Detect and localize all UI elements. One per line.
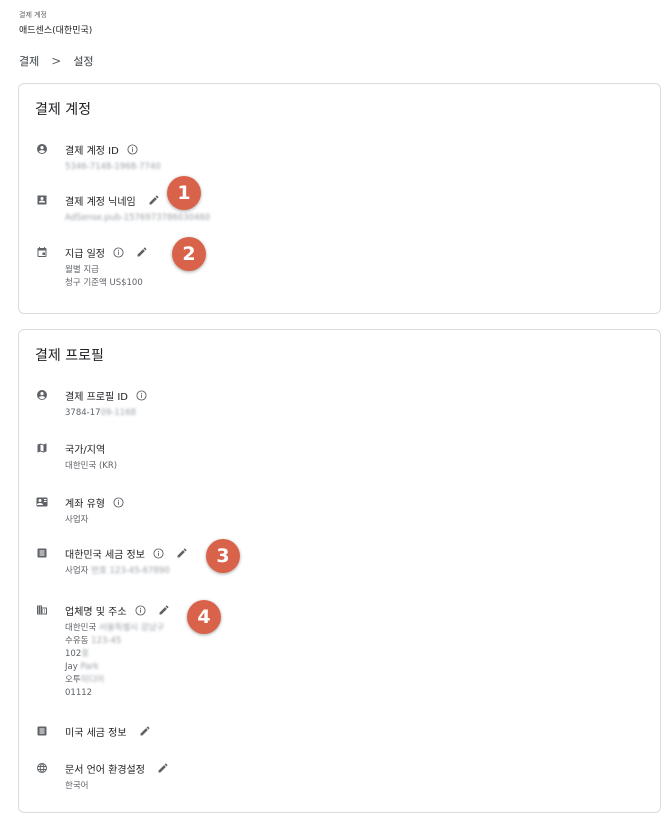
billing-account-id-label: 결제 계정 ID — [65, 145, 119, 157]
address-line: 오투미디어 — [65, 674, 636, 687]
map-icon — [36, 442, 48, 454]
address-line-text: 대한민국 — [65, 623, 99, 633]
info-icon[interactable] — [135, 604, 146, 616]
address-line: 대한민국 서울특별시 강남구 — [65, 622, 636, 635]
billing-profile-id-label: 결제 프로필 ID — [65, 391, 129, 403]
document-language-row: 문서 언어 환경설정 한국어 — [36, 760, 636, 793]
info-icon[interactable] — [127, 143, 138, 155]
document-icon — [36, 547, 48, 559]
edit-business-address-pencil-icon[interactable] — [158, 604, 170, 616]
edit-kr-tax-pencil-icon[interactable] — [176, 547, 188, 559]
billing-account-id-row: 결제 계정 ID 5346-7148-1968-7740 — [36, 141, 636, 174]
address-line-hidden: 호 — [81, 649, 90, 659]
account-circle-icon — [36, 389, 48, 401]
edit-document-language-pencil-icon[interactable] — [157, 762, 169, 774]
breadcrumb: 결제 > 설정 — [19, 53, 94, 69]
info-icon[interactable] — [136, 389, 147, 401]
address-line-hidden: 서울특별시 강남구 — [98, 623, 165, 633]
edit-payment-schedule-pencil-icon[interactable] — [136, 246, 148, 258]
address-line-text: 오투 — [65, 675, 81, 685]
globe-icon — [36, 762, 48, 774]
address-line-text: 102 — [65, 649, 82, 659]
account-type-row: 계좌 유형 사업자 — [36, 494, 636, 527]
address-line-text: 수유동 — [65, 636, 92, 646]
account-name: 애드센스(대한민국) — [19, 26, 93, 36]
annotation-marker-4: 4 — [187, 600, 221, 634]
edit-nickname-pencil-icon[interactable] — [148, 194, 160, 206]
calendar-icon — [36, 246, 48, 258]
payment-threshold-value: 청구 기준액 US$100 — [65, 278, 143, 288]
billing-account-nickname-row: 결제 계정 닉네임 AdSense.pub-1576973786030460 — [36, 192, 636, 225]
business-address-row: 업체명 및 주소 대한민국 서울특별시 강남구 수유동 123-45 102호 … — [36, 602, 636, 700]
info-icon[interactable] — [113, 246, 124, 258]
address-line-text: Jay — [65, 662, 81, 672]
annotation-marker-3: 3 — [206, 539, 240, 573]
document-language-value: 한국어 — [65, 781, 89, 791]
kr-tax-info-label: 대한민국 세금 정보 — [65, 549, 145, 561]
billing-profile-card: 결제 프로필 결제 프로필 ID 3784-1709-1168 국가/지역 대한… — [18, 329, 661, 813]
account-circle-icon — [36, 143, 48, 155]
document-icon — [36, 725, 48, 737]
account-type-label: 계좌 유형 — [65, 498, 105, 510]
info-icon[interactable] — [113, 496, 124, 508]
us-tax-info-label: 미국 세금 정보 — [65, 727, 127, 739]
billing-account-card-title: 결제 계정 — [35, 102, 91, 118]
kr-tax-info-value: 사업자 번호 123-45-67890 — [65, 565, 636, 578]
contact-card-icon — [36, 496, 48, 508]
breadcrumb-settings: 설정 — [73, 55, 94, 68]
breadcrumb-billing-link[interactable]: 결제 — [19, 53, 39, 69]
address-line-text: 01112 — [65, 688, 93, 698]
account-type-value: 사업자 — [65, 515, 89, 525]
billing-profile-id-row: 결제 프로필 ID 3784-1709-1168 — [36, 387, 636, 420]
country-value: 대한민국 (KR) — [65, 461, 118, 471]
billing-profile-id-prefix: 3784-17 — [65, 408, 101, 418]
address-line-hidden: 미디어 — [80, 675, 105, 685]
annotation-marker-2: 2 — [172, 237, 206, 271]
billing-profile-id-hidden: 09-1168 — [100, 408, 137, 418]
billing-account-id-value: 5346-7148-1968-7740 — [65, 161, 636, 174]
country-label: 국가/지역 — [65, 444, 106, 456]
kr-tax-info-row: 대한민국 세금 정보 사업자 번호 123-45-67890 — [36, 545, 636, 578]
payment-schedule-label: 지급 일정 — [65, 248, 105, 260]
document-language-label: 문서 언어 환경설정 — [65, 764, 145, 776]
breadcrumb-separator: > — [51, 54, 62, 68]
info-icon[interactable] — [153, 547, 164, 559]
business-address-label: 업체명 및 주소 — [65, 606, 127, 618]
billing-account-top-label: 결제 계정 — [19, 11, 47, 19]
billing-account-card: 결제 계정 결제 계정 ID 5346-7148-1968-7740 결제 계정… — [18, 83, 661, 314]
address-line: 01112 — [65, 687, 636, 700]
payment-frequency-value: 월별 지급 — [65, 265, 99, 275]
billing-account-nickname-value: AdSense.pub-1576973786030460 — [65, 212, 636, 225]
kr-tax-prefix: 사업자 — [65, 566, 92, 576]
business-building-icon — [36, 604, 48, 616]
edit-us-tax-pencil-icon[interactable] — [139, 725, 151, 737]
address-line: Jay Park — [65, 661, 636, 674]
billing-account-nickname-text: AdSense.pub-1576973786030460 — [65, 213, 211, 223]
annotation-marker-1: 1 — [167, 176, 201, 210]
address-line: 102호 — [65, 648, 636, 661]
kr-tax-hidden: 번호 123-45-67890 — [91, 566, 170, 576]
billing-account-id-number: 5346-7148-1968-7740 — [65, 162, 161, 172]
us-tax-info-row: 미국 세금 정보 — [36, 723, 636, 739]
address-line-hidden: Park — [80, 662, 99, 672]
address-line: 수유동 123-45 — [65, 635, 636, 648]
billing-account-nickname-label: 결제 계정 닉네임 — [65, 196, 136, 208]
payment-schedule-row: 지급 일정 월별 지급 청구 기준액 US$100 — [36, 244, 636, 290]
badge-icon — [36, 194, 48, 206]
billing-profile-card-title: 결제 프로필 — [35, 348, 104, 364]
billing-profile-id-value: 3784-1709-1168 — [65, 407, 636, 420]
address-line-hidden: 123-45 — [91, 636, 122, 646]
country-row: 국가/지역 대한민국 (KR) — [36, 440, 636, 473]
